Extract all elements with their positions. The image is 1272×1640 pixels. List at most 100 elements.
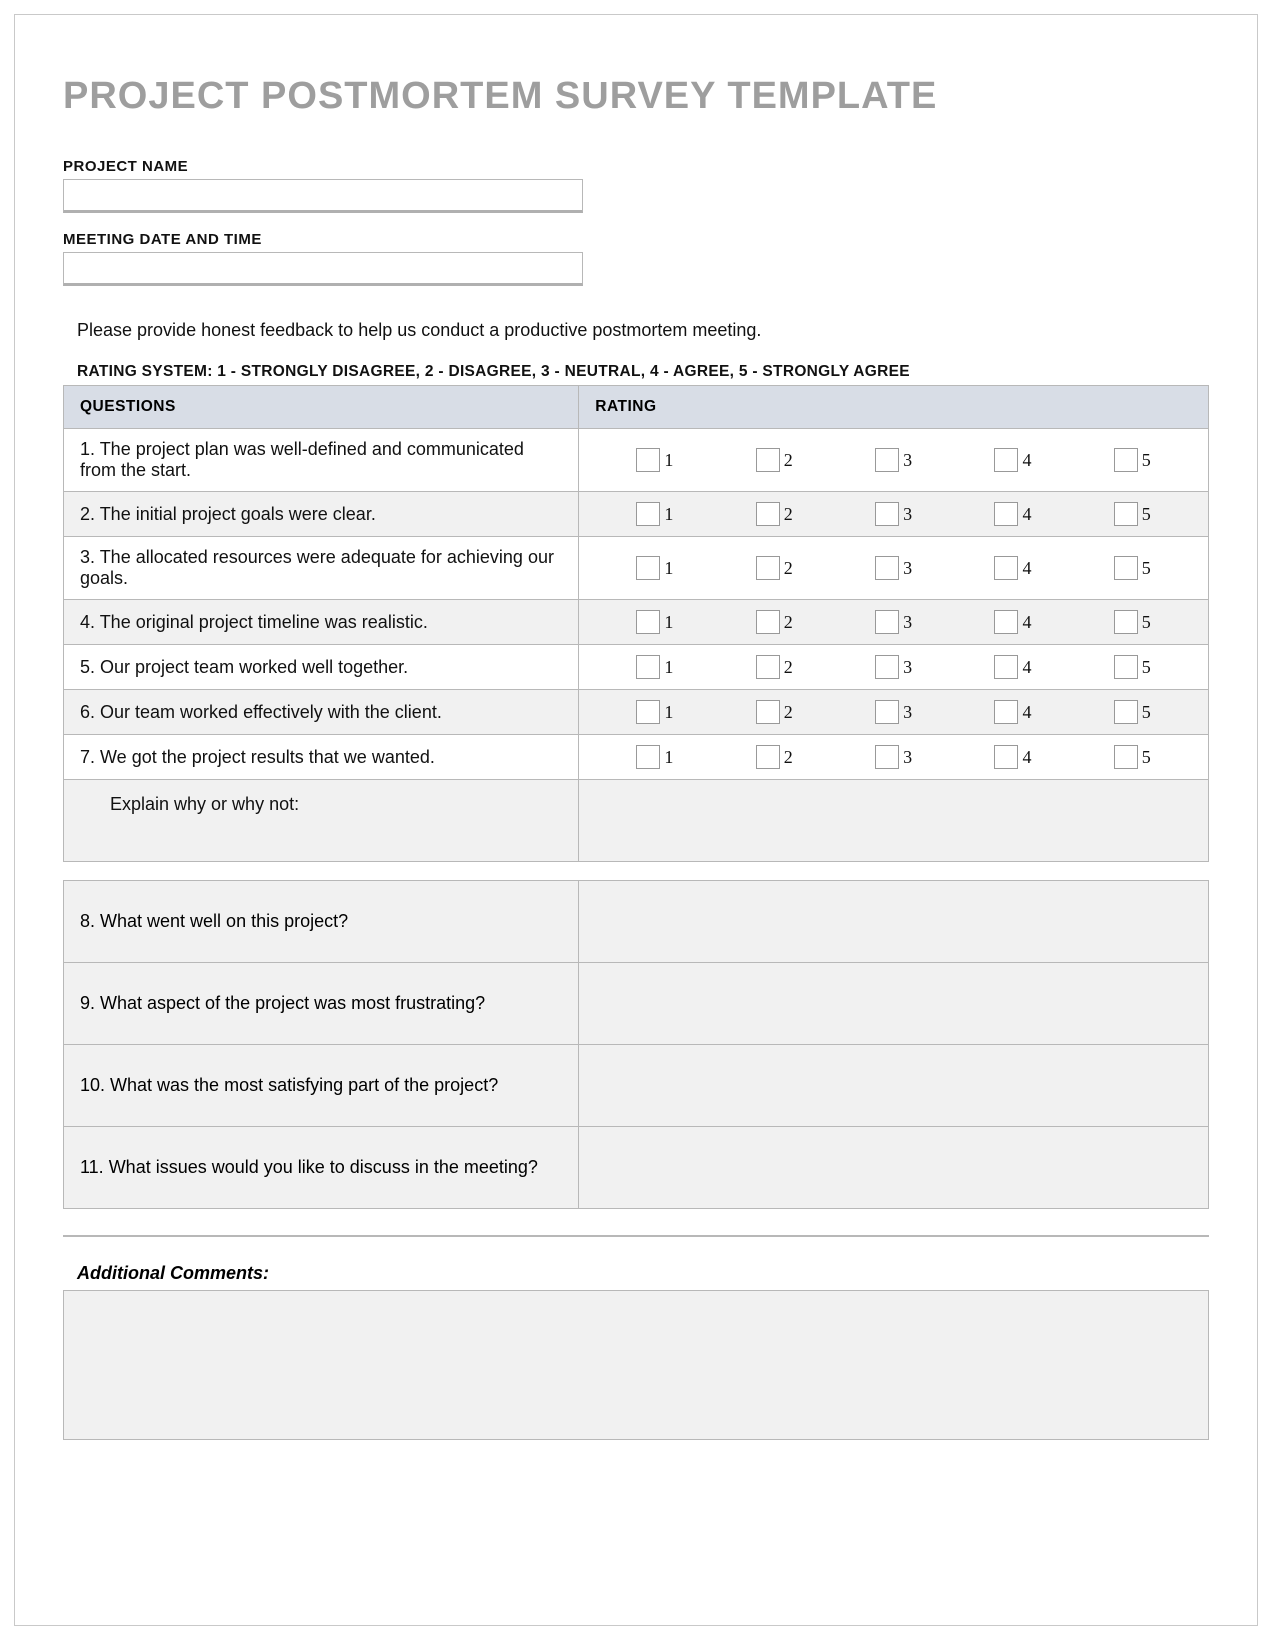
- rating-checkbox[interactable]: [756, 610, 780, 634]
- table-row: 3. The allocated resources were adequate…: [64, 537, 1209, 600]
- explain-row: Explain why or why not:: [64, 780, 1209, 862]
- rating-number: 3: [903, 450, 912, 471]
- rating-number: 2: [784, 558, 793, 579]
- rating-checkbox[interactable]: [1114, 745, 1138, 769]
- rating-checkbox[interactable]: [636, 556, 660, 580]
- rating-checkbox[interactable]: [636, 502, 660, 526]
- document-inner: PROJECT POSTMORTEM SURVEY TEMPLATE PROJE…: [14, 14, 1258, 1626]
- rating-checkbox[interactable]: [994, 448, 1018, 472]
- open-answer-cell[interactable]: [579, 1127, 1209, 1209]
- open-answer-cell[interactable]: [579, 881, 1209, 963]
- rating-option: 4: [994, 700, 1031, 724]
- rating-option: 4: [994, 448, 1031, 472]
- rating-cell: 12345: [579, 492, 1209, 537]
- question-text: 1. The project plan was well-defined and…: [64, 429, 579, 492]
- project-name-input[interactable]: [63, 179, 583, 213]
- rating-option: 5: [1114, 556, 1151, 580]
- rating-number: 2: [784, 747, 793, 768]
- meeting-input[interactable]: [63, 252, 583, 286]
- header-rating: RATING: [579, 386, 1209, 429]
- rating-number: 5: [1142, 702, 1151, 723]
- rating-checkbox[interactable]: [875, 502, 899, 526]
- rating-checkbox[interactable]: [875, 448, 899, 472]
- table-row: 10. What was the most satisfying part of…: [64, 1045, 1209, 1127]
- table-row: 4. The original project timeline was rea…: [64, 600, 1209, 645]
- rating-number: 1: [664, 612, 673, 633]
- rating-checkbox[interactable]: [994, 700, 1018, 724]
- open-question-text: 10. What was the most satisfying part of…: [64, 1045, 579, 1127]
- instructions-text: Please provide honest feedback to help u…: [63, 320, 1209, 341]
- rating-checkbox[interactable]: [994, 745, 1018, 769]
- open-answer-cell[interactable]: [579, 1045, 1209, 1127]
- project-name-label: PROJECT NAME: [63, 158, 1209, 175]
- rating-number: 5: [1142, 558, 1151, 579]
- rating-number: 5: [1142, 612, 1151, 633]
- explain-answer-cell[interactable]: [579, 780, 1209, 862]
- rating-option: 1: [636, 448, 673, 472]
- rating-checkbox[interactable]: [1114, 610, 1138, 634]
- rating-option: 4: [994, 502, 1031, 526]
- rating-number: 5: [1142, 747, 1151, 768]
- rating-option: 3: [875, 745, 912, 769]
- rating-checkbox[interactable]: [636, 655, 660, 679]
- rating-checkbox[interactable]: [756, 745, 780, 769]
- rating-checkbox[interactable]: [875, 700, 899, 724]
- rating-checkbox[interactable]: [636, 448, 660, 472]
- rating-option: 2: [756, 745, 793, 769]
- rating-checkbox[interactable]: [756, 700, 780, 724]
- rating-checkbox[interactable]: [636, 700, 660, 724]
- project-name-block: PROJECT NAME: [63, 158, 1209, 213]
- explain-label: Explain why or why not:: [64, 780, 579, 862]
- rating-checkbox[interactable]: [994, 610, 1018, 634]
- table-row: 9. What aspect of the project was most f…: [64, 963, 1209, 1045]
- table-row: 2. The initial project goals were clear.…: [64, 492, 1209, 537]
- additional-comments-label: Additional Comments:: [63, 1263, 1209, 1284]
- rating-number: 1: [664, 504, 673, 525]
- open-question-text: 8. What went well on this project?: [64, 881, 579, 963]
- table-row: 11. What issues would you like to discus…: [64, 1127, 1209, 1209]
- rating-checkbox[interactable]: [994, 556, 1018, 580]
- rating-option: 5: [1114, 655, 1151, 679]
- rating-option: 2: [756, 448, 793, 472]
- rating-option: 2: [756, 610, 793, 634]
- rating-option: 5: [1114, 448, 1151, 472]
- rating-checkbox[interactable]: [756, 448, 780, 472]
- rating-option: 3: [875, 700, 912, 724]
- rating-option: 2: [756, 700, 793, 724]
- rating-checkbox[interactable]: [1114, 700, 1138, 724]
- additional-comments-input[interactable]: [63, 1290, 1209, 1440]
- rating-checkbox[interactable]: [994, 655, 1018, 679]
- rating-checkbox[interactable]: [875, 655, 899, 679]
- rating-checkbox[interactable]: [875, 745, 899, 769]
- open-answer-cell[interactable]: [579, 963, 1209, 1045]
- rating-checkbox[interactable]: [1114, 448, 1138, 472]
- rating-checkbox[interactable]: [636, 745, 660, 769]
- table-row: 5. Our project team worked well together…: [64, 645, 1209, 690]
- rating-number: 3: [903, 558, 912, 579]
- rating-option: 1: [636, 655, 673, 679]
- table-row: 6. Our team worked effectively with the …: [64, 690, 1209, 735]
- rating-checkbox[interactable]: [756, 556, 780, 580]
- rating-checkbox[interactable]: [1114, 655, 1138, 679]
- rating-option: 1: [636, 700, 673, 724]
- rating-checkbox[interactable]: [636, 610, 660, 634]
- rating-checkbox[interactable]: [1114, 502, 1138, 526]
- rating-option: 5: [1114, 700, 1151, 724]
- divider: [63, 1235, 1209, 1237]
- rating-option: 1: [636, 502, 673, 526]
- rating-option: 2: [756, 502, 793, 526]
- rating-number: 4: [1022, 504, 1031, 525]
- rating-checkbox[interactable]: [875, 556, 899, 580]
- rating-checkbox[interactable]: [756, 655, 780, 679]
- rating-checkbox[interactable]: [1114, 556, 1138, 580]
- rating-option: 3: [875, 655, 912, 679]
- rating-cell: 12345: [579, 537, 1209, 600]
- question-text: 4. The original project timeline was rea…: [64, 600, 579, 645]
- rating-checkbox[interactable]: [875, 610, 899, 634]
- rating-number: 4: [1022, 702, 1031, 723]
- survey-table: QUESTIONS RATING 1. The project plan was…: [63, 385, 1209, 862]
- rating-number: 1: [664, 558, 673, 579]
- rating-checkbox[interactable]: [756, 502, 780, 526]
- rating-checkbox[interactable]: [994, 502, 1018, 526]
- header-questions: QUESTIONS: [64, 386, 579, 429]
